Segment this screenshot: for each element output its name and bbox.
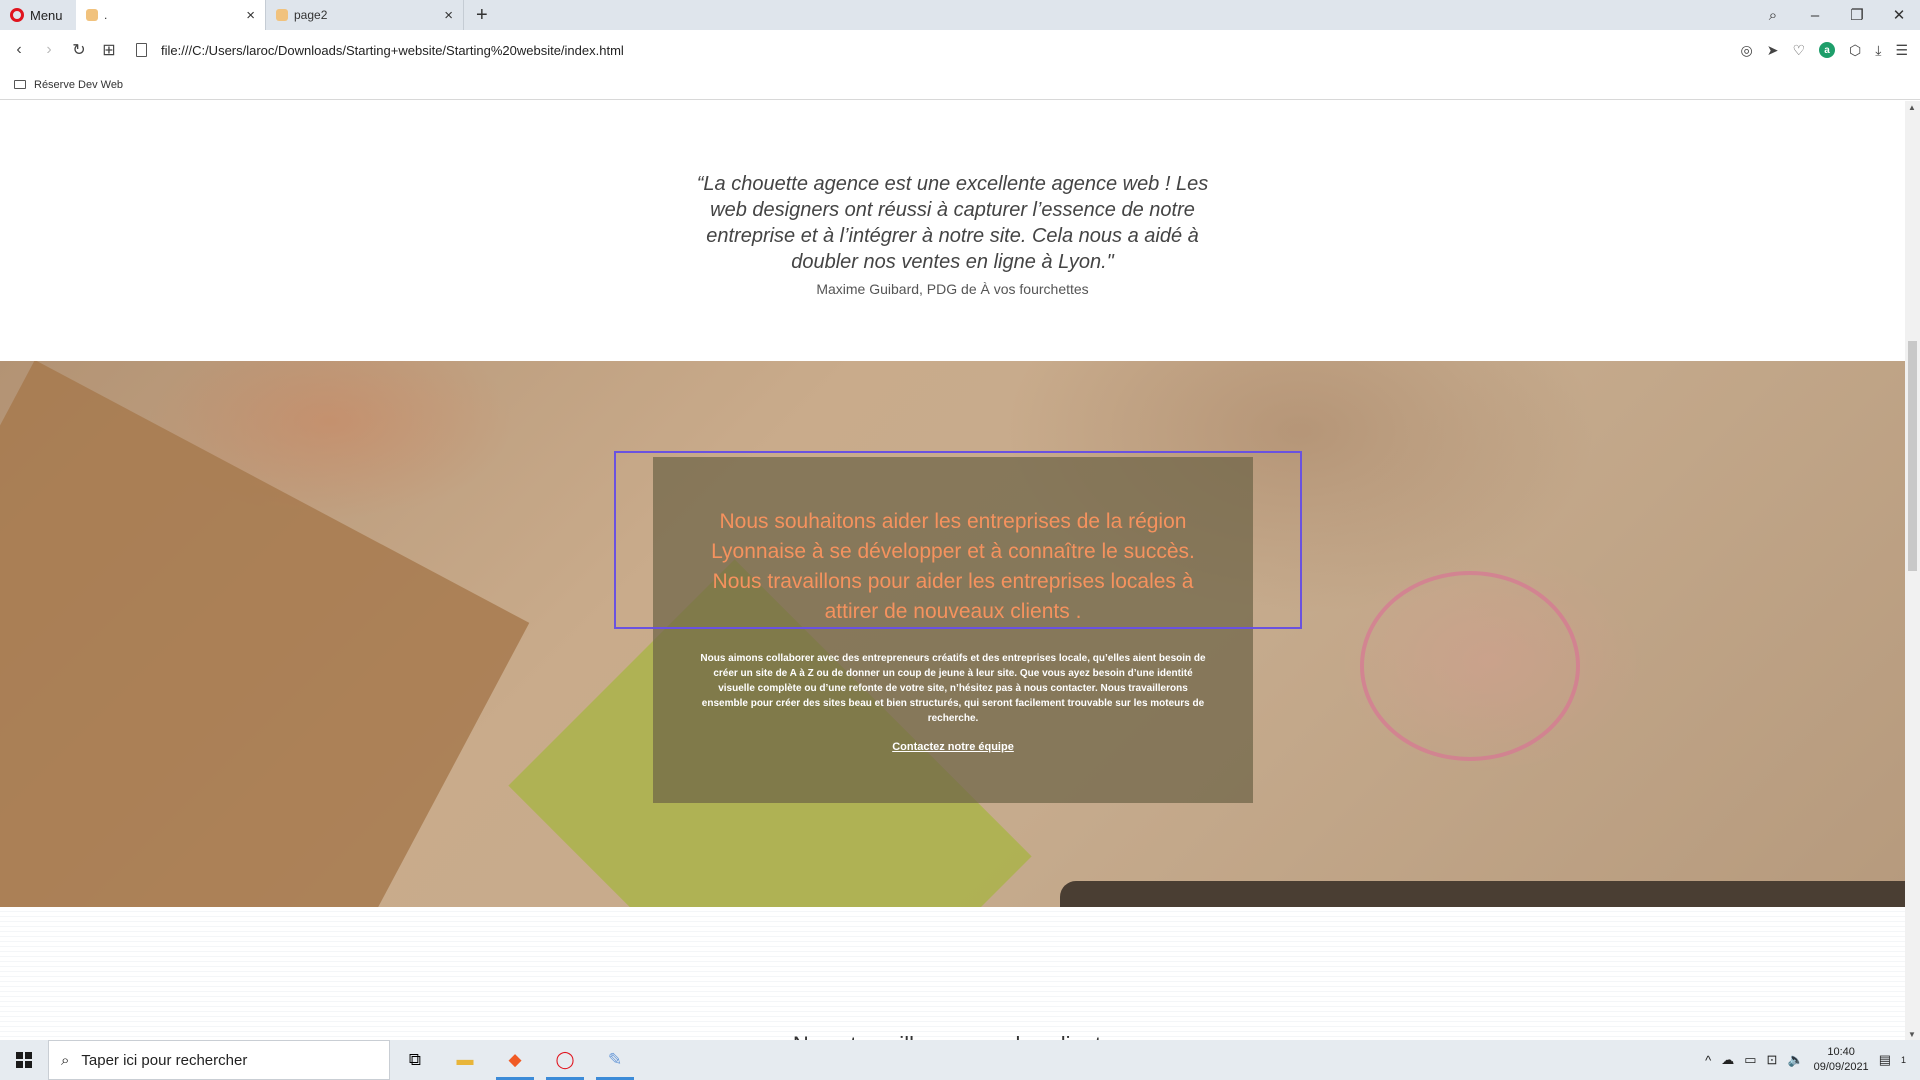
notification-count: 1 <box>1900 1055 1906 1065</box>
send-icon[interactable]: ➤ <box>1767 42 1779 59</box>
scrollbar-thumb[interactable] <box>1908 341 1917 571</box>
page-viewport: “La chouette agence est une excellente a… <box>0 101 1905 1041</box>
scroll-down-icon[interactable]: ▼ <box>1908 1030 1916 1039</box>
clock-date: 09/09/2021 <box>1813 1061 1869 1073</box>
tab-page2[interactable]: page2 × <box>266 0 464 30</box>
hero-lead-text: Nous souhaitons aider les entreprises de… <box>711 510 1195 623</box>
windows-logo-icon <box>16 1052 32 1068</box>
background-wood-shape <box>0 361 530 907</box>
onedrive-icon[interactable]: ☁ <box>1721 1052 1734 1068</box>
opera-menu-button[interactable]: Menu <box>0 0 76 30</box>
restore-button[interactable]: ❐ <box>1836 6 1878 24</box>
search-placeholder: Taper ici pour rechercher <box>81 1051 248 1069</box>
search-tabs-icon[interactable]: ⌕ <box>1752 7 1794 24</box>
windows-taskbar: ⌕ Taper ici pour rechercher ⧉ ▬ ◆ ◯ ✎ ^ … <box>0 1040 1920 1080</box>
clock[interactable]: 10:40 09/09/2021 <box>1814 1045 1869 1075</box>
back-icon[interactable]: ‹ <box>4 41 34 59</box>
opera-logo-icon <box>10 8 24 22</box>
battery-icon[interactable]: ▭ <box>1744 1052 1756 1068</box>
hero-section: Nous souhaitons aider les entreprises de… <box>0 361 1905 907</box>
easy-setup-icon[interactable]: ☰ <box>1895 42 1908 59</box>
testimonial-quote: “La chouette agence est une excellente a… <box>696 173 1209 273</box>
background-pink-circle <box>1360 571 1580 761</box>
volume-icon[interactable]: 🔈 <box>1787 1052 1803 1068</box>
opera-browser-icon[interactable]: ◯ <box>540 1040 590 1080</box>
tab-title: . <box>104 8 108 22</box>
task-view-icon[interactable]: ⧉ <box>390 1040 440 1080</box>
menu-label: Menu <box>30 7 63 23</box>
show-hidden-icons-icon[interactable]: ^ <box>1705 1053 1711 1068</box>
camera-icon[interactable]: ◎ <box>1740 42 1752 59</box>
close-window-button[interactable]: ✕ <box>1878 6 1920 24</box>
tab-bar: Menu . × page2 × + ⌕ – ❐ ✕ <box>0 0 1920 30</box>
reload-icon[interactable]: ↻ <box>64 40 94 60</box>
minimize-button[interactable]: – <box>1794 7 1836 24</box>
speed-dial-icon[interactable]: ⊞ <box>94 40 124 60</box>
background-device-edge <box>1060 881 1905 907</box>
address-bar: ‹ › ↻ ⊞ file:///C:/Users/laroc/Downloads… <box>0 30 1920 70</box>
download-icon[interactable]: ⤓ <box>1875 42 1881 59</box>
toolbar-icons: ◎ ➤ ♡ a ⬡ ⤓ ☰ <box>1740 30 1908 70</box>
close-tab-icon[interactable]: × <box>246 7 255 24</box>
testimonial-author: Maxime Guibard, PDG de À vos fourchettes <box>816 281 1089 297</box>
search-icon: ⌕ <box>61 1051 70 1069</box>
scroll-up-icon[interactable]: ▲ <box>1908 103 1916 112</box>
window-controls: ⌕ – ❐ ✕ <box>1752 0 1920 30</box>
clock-time: 10:40 <box>1827 1046 1855 1058</box>
bookmarks-bar: Réserve Dev Web <box>0 70 1920 100</box>
testimonial-section: “La chouette agence est une excellente a… <box>0 171 1905 297</box>
heart-icon[interactable]: ♡ <box>1792 42 1805 59</box>
hero-body-text: Nous aimons collaborer avec des entrepre… <box>700 653 1206 724</box>
bookmark-folder[interactable]: Réserve Dev Web <box>34 79 123 91</box>
close-tab-icon[interactable]: × <box>444 7 453 24</box>
taskbar-search[interactable]: ⌕ Taper ici pour rechercher <box>48 1040 390 1080</box>
file-explorer-icon[interactable]: ▬ <box>440 1040 490 1080</box>
page-icon <box>136 43 147 57</box>
brave-browser-icon[interactable]: ◆ <box>490 1040 540 1080</box>
notification-icon[interactable]: ▤ <box>1879 1052 1891 1068</box>
new-tab-button[interactable]: + <box>464 4 500 27</box>
page-scrollbar[interactable]: ▲ ▼ <box>1905 101 1920 1041</box>
clients-section: Nous travaillons avec des clients <box>0 907 1905 1041</box>
cube-icon[interactable]: ⬡ <box>1849 42 1861 59</box>
url-text: file:///C:/Users/laroc/Downloads/Startin… <box>161 42 624 58</box>
start-button[interactable] <box>0 1040 48 1080</box>
url-field[interactable]: file:///C:/Users/laroc/Downloads/Startin… <box>136 43 624 58</box>
owl-favicon-icon <box>276 9 288 21</box>
owl-favicon-icon <box>86 9 98 21</box>
paint-app-icon[interactable]: ✎ <box>590 1040 640 1080</box>
folder-icon <box>14 80 26 89</box>
system-tray: ^ ☁ ▭ ⊡ 🔈 10:40 09/09/2021 ▤ 1 <box>1705 1040 1920 1080</box>
extension-icon[interactable]: a <box>1819 42 1835 58</box>
network-icon[interactable]: ⊡ <box>1767 1052 1778 1068</box>
forward-icon[interactable]: › <box>34 41 64 59</box>
contact-team-link[interactable]: Contactez notre équipe <box>653 741 1253 753</box>
tab-index[interactable]: . × <box>76 0 266 30</box>
tab-title: page2 <box>294 8 328 22</box>
